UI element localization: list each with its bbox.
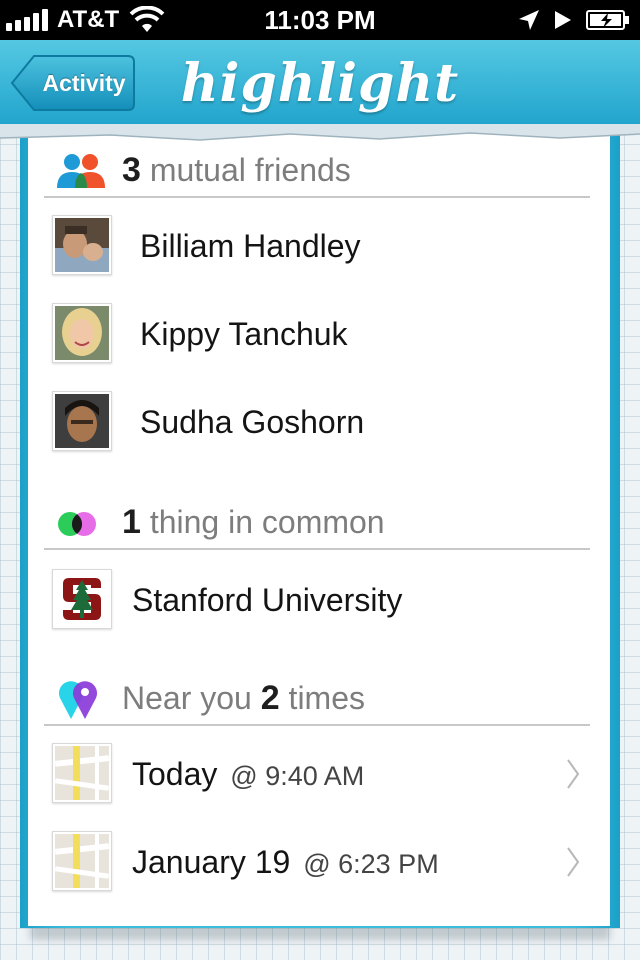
status-right bbox=[504, 0, 630, 40]
overlap-circles-icon bbox=[58, 512, 96, 536]
friend-photo bbox=[55, 218, 109, 272]
things-in-common-header: 1 thing in common bbox=[44, 496, 590, 550]
mutual-friends-header: 3 mutual friends bbox=[44, 144, 590, 198]
things-in-common-title: 1 thing in common bbox=[122, 496, 385, 548]
avatar bbox=[52, 391, 112, 451]
encounter-time: @ 9:40 AM bbox=[230, 761, 365, 791]
common-item-row[interactable]: Stanford University bbox=[44, 556, 590, 644]
stanford-logo bbox=[52, 569, 112, 629]
chevron-right-icon bbox=[567, 759, 580, 789]
friend-photo bbox=[55, 306, 109, 360]
things-in-common-label: thing in common bbox=[140, 504, 385, 540]
friend-name: Sudha Goshorn bbox=[140, 404, 365, 440]
torn-paper-edge bbox=[0, 124, 640, 141]
mutual-friends-title: 3 mutual friends bbox=[122, 144, 351, 196]
app-logo: highlight bbox=[180, 53, 460, 114]
near-you-prefix: Near you bbox=[122, 680, 261, 716]
stanford-tree-icon bbox=[55, 572, 109, 626]
location-arrow-icon bbox=[519, 10, 539, 30]
things-in-common-count: 1 bbox=[122, 503, 141, 541]
map-thumbnail bbox=[52, 831, 112, 891]
chevron-right-icon bbox=[567, 847, 580, 877]
battery-charging-icon bbox=[586, 10, 629, 30]
map-thumbnail bbox=[52, 743, 112, 803]
friend-row[interactable]: Sudha Goshorn bbox=[44, 378, 590, 466]
mutual-friends-label: mutual friends bbox=[140, 152, 351, 188]
play-icon bbox=[555, 11, 571, 29]
near-you-count: 2 bbox=[260, 679, 280, 717]
common-item-name: Stanford University bbox=[132, 582, 403, 618]
map-thumbnail-image bbox=[55, 746, 109, 800]
near-you-suffix: times bbox=[279, 680, 365, 716]
friend-name: Billiam Handley bbox=[140, 228, 361, 264]
near-you-header: Near you 2 times bbox=[44, 672, 590, 726]
map-pins-icon bbox=[59, 681, 97, 719]
encounter-time: @ 6:23 PM bbox=[303, 849, 439, 879]
encounter-label: Today @ 9:40 AM bbox=[132, 730, 364, 818]
status-bar: AT&T 11:03 PM bbox=[0, 0, 640, 40]
friend-row[interactable]: Kippy Tanchuk bbox=[44, 290, 590, 378]
friend-photo bbox=[55, 394, 109, 448]
friend-name: Kippy Tanchuk bbox=[140, 316, 348, 352]
encounter-row[interactable]: January 19 @ 6:23 PM bbox=[44, 818, 590, 906]
people-icon bbox=[57, 154, 105, 188]
encounter-date: Today bbox=[132, 756, 218, 792]
near-you-title: Near you 2 times bbox=[122, 672, 365, 724]
nav-bar: Activity highlight bbox=[0, 40, 640, 129]
encounter-row[interactable]: Today @ 9:40 AM bbox=[44, 730, 590, 818]
map-thumbnail-image bbox=[55, 834, 109, 888]
encounter-label: January 19 @ 6:23 PM bbox=[132, 818, 439, 906]
mutual-friends-count: 3 bbox=[122, 151, 141, 189]
avatar bbox=[52, 215, 112, 275]
encounter-date: January 19 bbox=[132, 844, 291, 880]
avatar bbox=[52, 303, 112, 363]
friend-row[interactable]: Billiam Handley bbox=[44, 202, 590, 290]
